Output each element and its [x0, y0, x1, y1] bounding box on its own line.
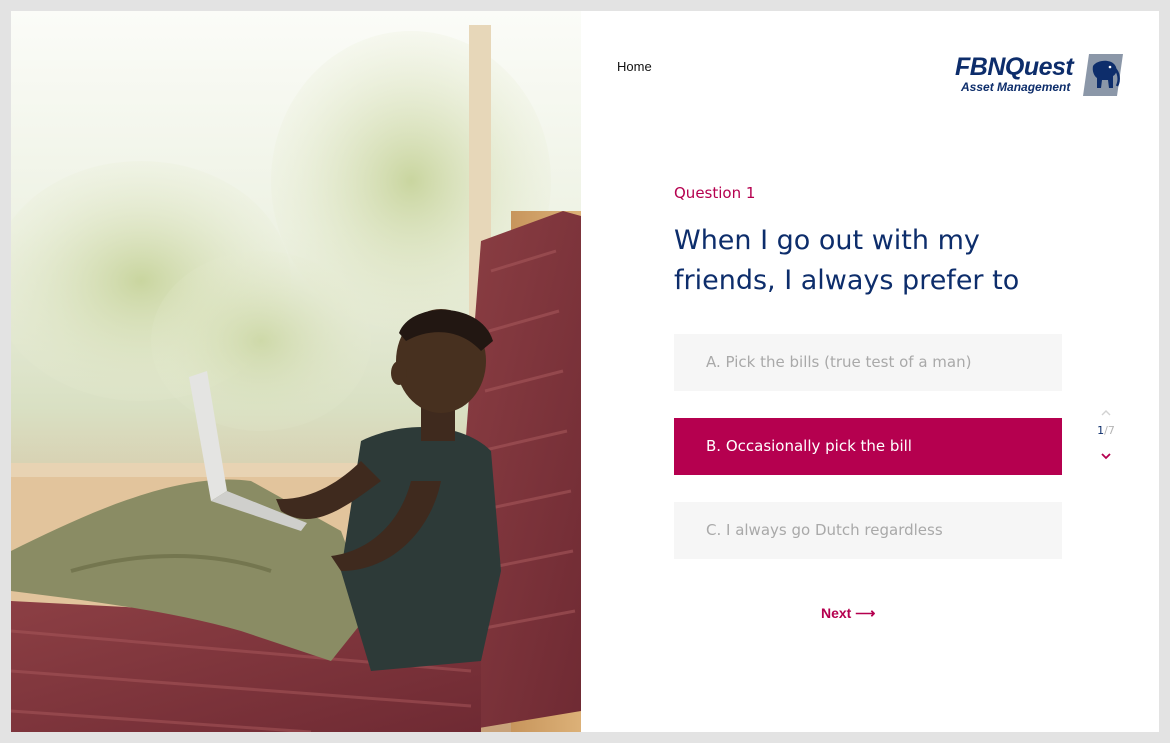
logo-wordmark: FBNQuest [955, 53, 1074, 81]
quiz-page: Home FBNQuest Asset Management Question … [11, 11, 1159, 732]
logo-tagline: Asset Management [961, 80, 1071, 94]
answer-option-label: A. Pick the bills (true test of a man) [706, 353, 972, 371]
question-pager: 1/7 [1093, 403, 1119, 463]
answer-option-b[interactable]: B. Occasionally pick the bill [674, 418, 1062, 475]
next-button[interactable]: Next ⟶ [821, 605, 875, 622]
question-progress: 1/7 [1093, 424, 1119, 438]
answer-option-a[interactable]: A. Pick the bills (true test of a man) [674, 334, 1062, 391]
answer-options: A. Pick the bills (true test of a man) B… [674, 334, 1062, 586]
answer-option-label: B. Occasionally pick the bill [706, 437, 912, 455]
question-text: When I go out with my friends, I always … [674, 225, 1020, 296]
question-number: Question 1 [674, 184, 756, 202]
total-question-count: 7 [1107, 424, 1115, 437]
man-with-laptop-photo [11, 11, 581, 732]
chevron-down-icon[interactable] [1100, 446, 1112, 460]
answer-option-label: C. I always go Dutch regardless [706, 521, 943, 539]
elephant-icon [1083, 54, 1123, 96]
chevron-up-icon[interactable] [1100, 403, 1112, 416]
answer-option-c[interactable]: C. I always go Dutch regardless [674, 502, 1062, 559]
fbnquest-logo[interactable]: FBNQuest Asset Management [955, 52, 1125, 98]
home-link[interactable]: Home [617, 59, 652, 74]
